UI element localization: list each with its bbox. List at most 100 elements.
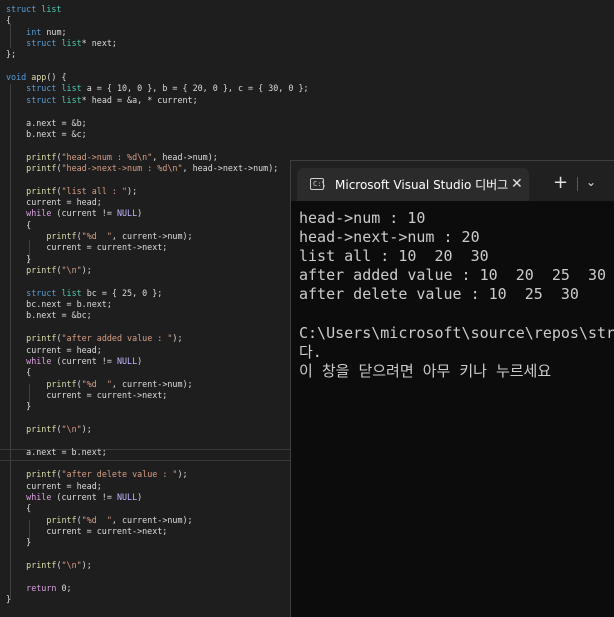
- code-token: 0;: [56, 582, 72, 593]
- new-tab-icon[interactable]: +: [553, 174, 568, 192]
- code-token: while: [26, 208, 52, 219]
- code-token: "list all : ": [61, 185, 128, 196]
- code-token: a = { 10, 0 }, b = { 20, 0 }, c = { 30, …: [81, 83, 309, 94]
- code-token: list: [56, 83, 82, 94]
- code-token: printf: [26, 560, 57, 571]
- code-token: printf: [26, 185, 57, 196]
- console-output-line: list all : 10 20 30: [299, 247, 489, 266]
- code-token: current = head;: [6, 196, 102, 207]
- titlebar-divider: [577, 177, 578, 191]
- code-line: struct list* next;: [6, 37, 117, 49]
- code-line: while (current != NULL): [6, 207, 142, 219]
- code-token: NULL: [116, 492, 138, 503]
- code-line: current = current->next;: [6, 525, 167, 537]
- code-line: b.next = &c;: [6, 128, 87, 140]
- code-line: printf("head->next->num : %d\n", head->n…: [6, 162, 278, 174]
- code-token: {: [6, 367, 32, 378]
- code-line: {: [6, 219, 31, 231]
- code-line: int num;: [6, 26, 66, 38]
- code-token: void: [6, 72, 27, 83]
- code-line: printf("list all : ");: [6, 185, 137, 197]
- code-token: , current->num);: [111, 378, 193, 389]
- code-line: printf("\n");: [6, 423, 92, 435]
- code-token: NULL: [116, 208, 138, 219]
- code-line: }: [6, 536, 31, 548]
- code-line: {: [6, 14, 11, 26]
- code-line: struct list: [6, 3, 61, 15]
- code-token: a.next = &b;: [6, 117, 87, 128]
- code-token: , current->num);: [111, 231, 193, 241]
- console-output-line: after added value : 10 20 25 30: [299, 266, 607, 285]
- code-line: printf("\n");: [6, 559, 92, 571]
- code-token: printf: [26, 162, 57, 173]
- code-line: current = head;: [6, 196, 102, 208]
- code-line: printf("\n");: [6, 264, 92, 276]
- console-output-line: 다.: [299, 342, 322, 361]
- code-line: {: [6, 502, 31, 514]
- code-token: }: [6, 537, 32, 548]
- code-token: printf: [26, 265, 57, 276]
- code-token: );: [81, 560, 92, 571]
- console-window[interactable]: C:\ Microsoft Visual Studio 디버그 ✕ + ⌄ he…: [290, 160, 614, 617]
- code-token: list: [56, 94, 82, 105]
- code-line: current = head;: [6, 480, 102, 492]
- code-token: a.next = b.next;: [6, 446, 107, 457]
- code-token: () {: [46, 72, 67, 83]
- code-token: current = current->next;: [6, 526, 168, 537]
- code-token: {: [6, 219, 32, 230]
- close-tab-icon[interactable]: ✕: [511, 177, 523, 191]
- code-token: * head = &a, * current;: [81, 94, 198, 105]
- code-token: app: [26, 72, 47, 83]
- code-token: int: [26, 26, 42, 37]
- code-token: "%d ": [81, 231, 112, 241]
- code-line: current = head;: [6, 344, 102, 356]
- code-token: , head->num);: [152, 151, 218, 162]
- code-line: return 0;: [6, 582, 72, 594]
- code-line: }: [6, 400, 31, 412]
- code-token: current = current->next;: [6, 242, 168, 253]
- console-output-line: head->num : 10: [299, 209, 426, 227]
- code-token: struct: [6, 4, 37, 14]
- code-token: current = head;: [6, 344, 102, 355]
- code-token: "head->num : %d\n": [61, 151, 153, 162]
- code-line: void app() {: [6, 71, 67, 83]
- code-token: , current->num);: [111, 514, 193, 525]
- console-output-line: after delete value : 10 25 30: [299, 285, 579, 304]
- console-tab[interactable]: C:\ Microsoft Visual Studio 디버그 ✕: [297, 168, 529, 201]
- code-token: struct: [26, 83, 57, 94]
- code-token: "\n": [61, 560, 82, 571]
- code-token: "head->next->num : %d\n": [61, 162, 183, 173]
- code-token: printf: [26, 423, 57, 434]
- code-token: list: [56, 38, 82, 49]
- code-token: "\n": [61, 423, 82, 434]
- code-line: while (current != NULL): [6, 355, 142, 367]
- code-token: {: [6, 503, 32, 514]
- code-token: (current !=: [51, 208, 117, 219]
- code-token: return: [26, 582, 57, 593]
- code-token: );: [81, 265, 92, 276]
- code-token: }: [6, 401, 32, 412]
- code-token: );: [127, 185, 138, 196]
- code-token: bc = { 25, 0 };: [81, 287, 163, 298]
- code-line: current = current->next;: [6, 241, 167, 253]
- code-line: printf("after delete value : ");: [6, 468, 187, 480]
- code-line: struct list a = { 10, 0 }, b = { 20, 0 }…: [6, 82, 309, 94]
- code-token: ): [137, 492, 143, 503]
- code-token: * next;: [81, 38, 117, 49]
- chevron-down-icon[interactable]: ⌄: [586, 175, 596, 189]
- code-line: a.next = &b;: [6, 117, 87, 129]
- code-token: }: [6, 594, 12, 605]
- code-token: current = current->next;: [6, 389, 168, 400]
- code-line: {: [6, 366, 31, 378]
